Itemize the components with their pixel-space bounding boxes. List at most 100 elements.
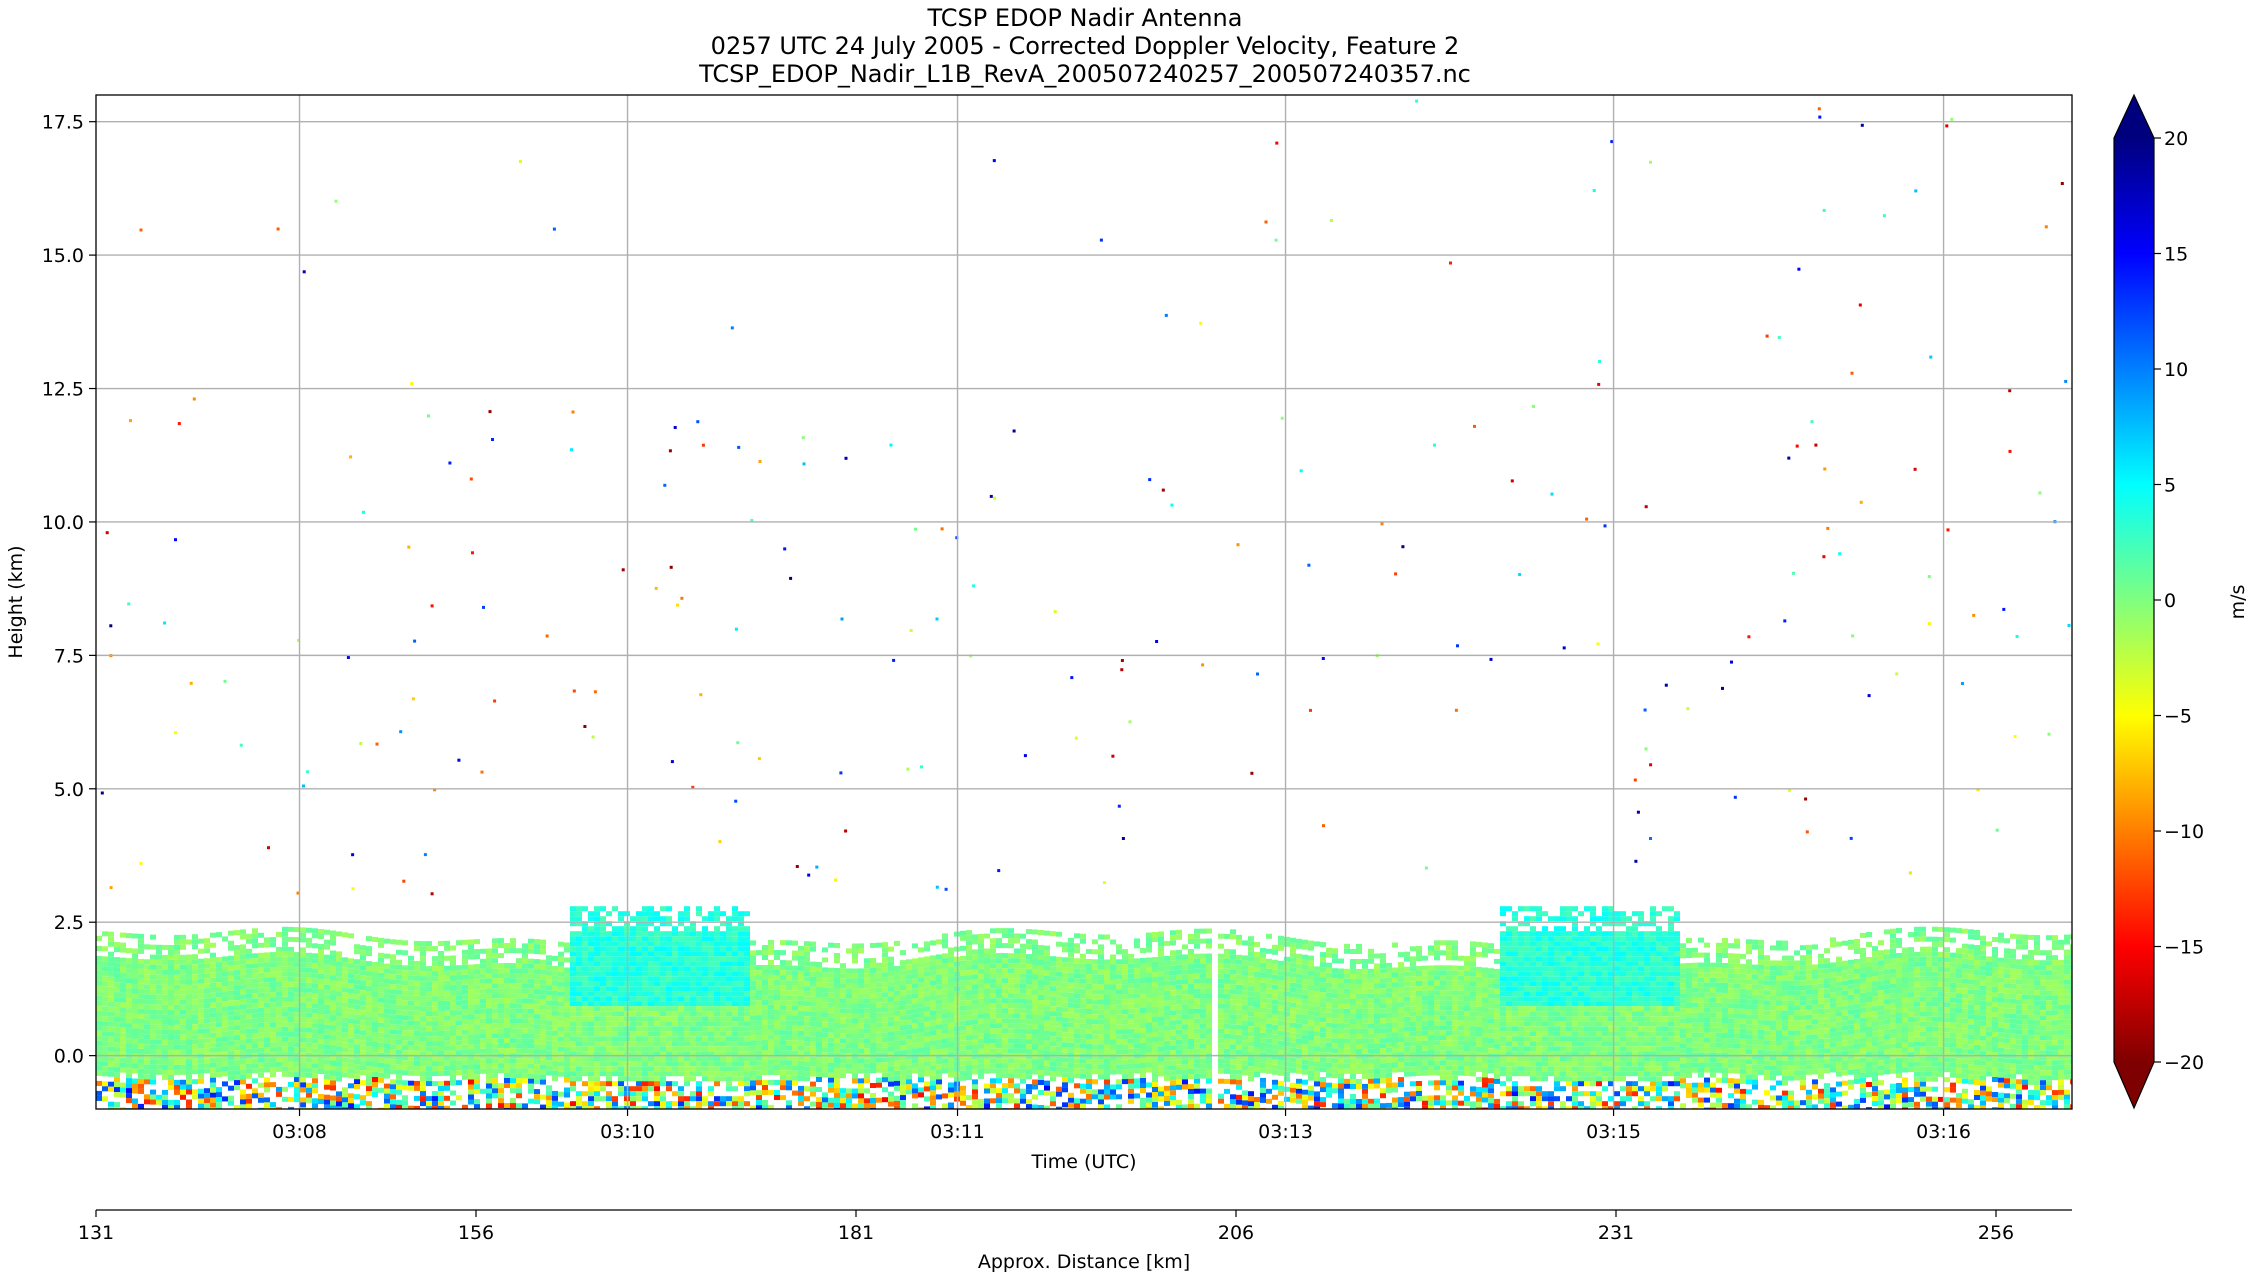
heatmap-cell bbox=[582, 986, 588, 992]
heatmap-cell bbox=[174, 1089, 180, 1095]
heatmap-cell bbox=[126, 1003, 132, 1009]
heatmap-cell bbox=[1014, 1088, 1020, 1094]
heatmap-cell bbox=[714, 1011, 720, 1017]
heatmap-cell bbox=[654, 1101, 660, 1107]
heatmap-cell bbox=[960, 1090, 966, 1096]
heatmap-cell bbox=[726, 931, 732, 937]
heatmap-cell bbox=[834, 1023, 840, 1028]
heatmap-cell bbox=[990, 978, 996, 984]
heatmap-cell bbox=[846, 998, 852, 1004]
heatmap-cell bbox=[270, 1047, 276, 1053]
heatmap-cell bbox=[636, 991, 642, 997]
heatmap-cell bbox=[222, 1056, 228, 1062]
heatmap-cell bbox=[168, 1010, 174, 1015]
heatmap-cell bbox=[516, 1078, 522, 1084]
heatmap-cell bbox=[594, 1066, 600, 1072]
heatmap-cell bbox=[750, 1085, 756, 1091]
heatmap-cell bbox=[288, 966, 294, 972]
heatmap-cell bbox=[324, 979, 330, 985]
heatmap-cell bbox=[324, 1009, 330, 1015]
heatmap-cell bbox=[798, 1095, 804, 1101]
heatmap-cell bbox=[552, 1075, 558, 1081]
heatmap-cell bbox=[1014, 968, 1020, 974]
heatmap-cell bbox=[696, 906, 702, 912]
heatmap-cell bbox=[486, 1098, 492, 1104]
heatmap-cell bbox=[552, 1035, 558, 1041]
heatmap-cell bbox=[132, 1018, 138, 1024]
heatmap-cell bbox=[102, 961, 108, 967]
heatmap-cell bbox=[264, 997, 270, 1003]
heatmap-cell bbox=[564, 1072, 570, 1078]
heatmap-cell bbox=[426, 1056, 432, 1062]
heatmap-cell bbox=[708, 1056, 714, 1062]
heatmap-cell bbox=[984, 993, 990, 999]
heatmap-cell bbox=[210, 1072, 216, 1078]
heatmap-cell bbox=[1008, 973, 1014, 979]
heatmap-cell bbox=[186, 1059, 192, 1065]
heatmap-cell bbox=[1020, 1068, 1026, 1074]
heatmap-cell bbox=[336, 1031, 342, 1037]
heatmap-cell bbox=[462, 964, 468, 970]
heatmap-cell bbox=[198, 1093, 204, 1099]
heatmap-cell bbox=[486, 1043, 492, 1049]
heatmap-cell bbox=[438, 1086, 444, 1091]
heatmap-cell bbox=[318, 1029, 324, 1034]
heatmap-cell bbox=[618, 1091, 624, 1097]
heatmap-cell bbox=[420, 1041, 426, 1047]
heatmap-cell bbox=[780, 1015, 786, 1021]
heatmap-cell bbox=[642, 1041, 648, 1047]
heatmap-cell bbox=[654, 986, 660, 992]
heatmap-cell bbox=[702, 1021, 708, 1027]
heatmap-cell bbox=[126, 1093, 132, 1099]
heatmap-cell bbox=[234, 1060, 240, 1066]
heatmap-cell bbox=[744, 951, 750, 957]
heatmap-cell bbox=[498, 1043, 504, 1049]
heatmap-cell bbox=[600, 916, 606, 922]
heatmap-cell bbox=[228, 955, 234, 961]
heatmap-cell bbox=[552, 970, 558, 976]
heatmap-cell bbox=[462, 994, 468, 1000]
heatmap-cell bbox=[966, 955, 972, 961]
heatmap-cell bbox=[912, 1093, 918, 1099]
heatmap-cell bbox=[102, 1031, 108, 1037]
heatmap-cell bbox=[216, 1017, 222, 1023]
heatmap-cell bbox=[768, 1059, 774, 1065]
heatmap-cell bbox=[516, 1033, 522, 1039]
heatmap-cell bbox=[282, 1006, 288, 1012]
heatmap-cell bbox=[672, 1101, 678, 1107]
heatmap-cell bbox=[690, 1066, 696, 1072]
heatmap-cell bbox=[450, 1065, 456, 1071]
heatmap-cell bbox=[930, 965, 936, 971]
heatmap-cell bbox=[930, 1100, 936, 1106]
heatmap-cell bbox=[414, 995, 420, 1001]
heatmap-cell bbox=[492, 1093, 498, 1099]
heatmap-cell bbox=[432, 946, 438, 952]
heatmap-cell bbox=[210, 1012, 216, 1018]
heatmap-cell bbox=[504, 1103, 510, 1108]
heatmap-cell bbox=[648, 976, 654, 982]
heatmap-cell bbox=[150, 1019, 156, 1025]
heatmap-cell bbox=[696, 1026, 702, 1032]
heatmap-cell bbox=[696, 1031, 702, 1037]
heatmap-cell bbox=[744, 1076, 750, 1082]
heatmap-cell bbox=[138, 1073, 144, 1079]
heatmap-cell bbox=[744, 1066, 750, 1072]
heatmap-cell bbox=[1032, 949, 1038, 955]
heatmap-cell bbox=[990, 1008, 996, 1014]
heatmap-cell bbox=[720, 981, 726, 987]
heatmap-cell bbox=[588, 1081, 594, 1087]
heatmap-cell bbox=[852, 958, 858, 964]
heatmap-cell bbox=[984, 1068, 990, 1074]
heatmap-cell bbox=[522, 1078, 528, 1084]
heatmap-cell bbox=[312, 1063, 318, 1069]
heatmap-cell bbox=[192, 1039, 198, 1045]
heatmap-cell bbox=[546, 1060, 552, 1066]
heatmap-cell bbox=[1002, 1063, 1008, 1069]
heatmap-cell bbox=[486, 1003, 492, 1009]
heatmap-cell bbox=[498, 1068, 504, 1074]
heatmap-cell bbox=[1038, 1020, 1044, 1025]
heatmap-cell bbox=[792, 990, 798, 996]
heatmap-cell bbox=[240, 1049, 246, 1055]
heatmap-cell bbox=[600, 1041, 606, 1047]
heatmap-cell bbox=[990, 958, 996, 964]
